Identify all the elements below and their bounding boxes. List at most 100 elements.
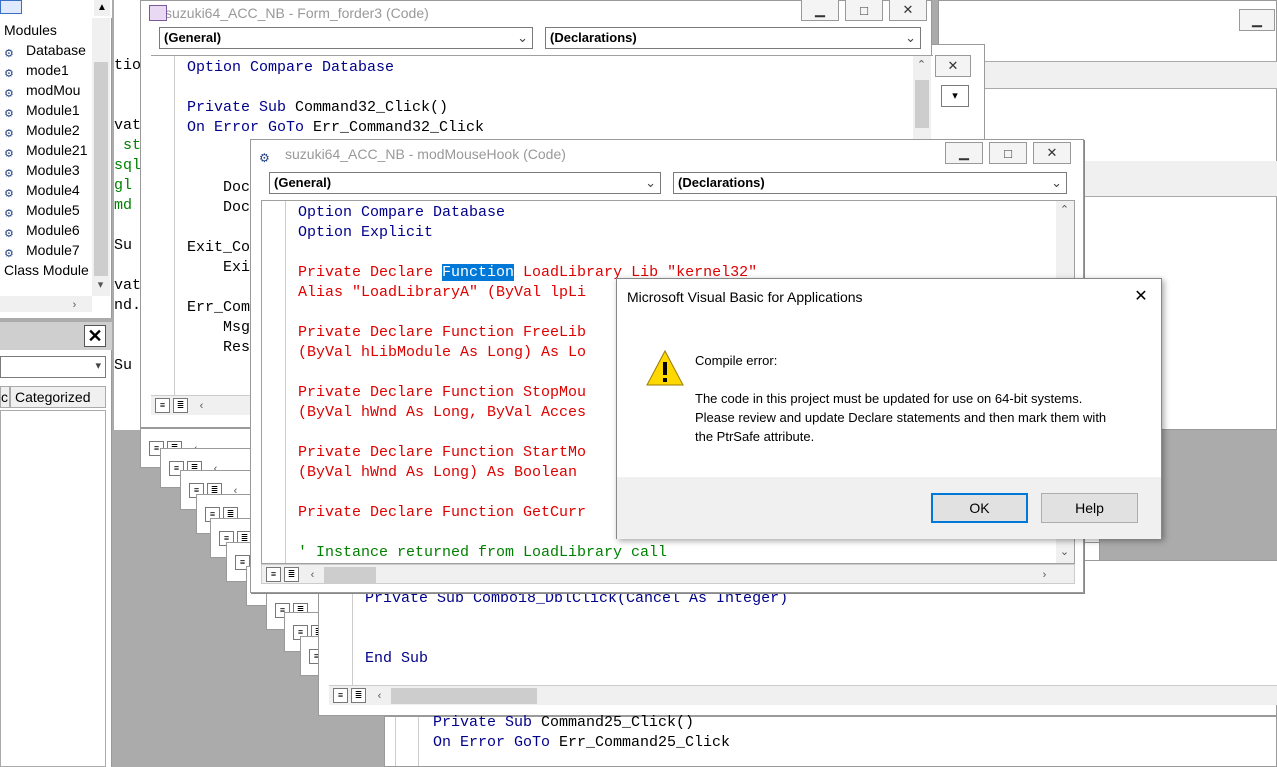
window-title: suzuki64_ACC_NB - Form_forder3 (Code) (165, 5, 429, 21)
module-icon: ⚙ (4, 88, 14, 100)
close-properties-button[interactable]: ✕ (84, 325, 106, 347)
module-icon: ⚙ (4, 108, 14, 120)
keyword: On Error GoTo (433, 734, 560, 751)
code-line[interactable]: ' Instance returned from LoadLibrary cal… (298, 543, 757, 563)
code-window-command25: Private Sub Command25_Click() On Error Go… (384, 713, 1277, 767)
code-line[interactable]: On Error GoTo Err_Command25_Click (433, 733, 730, 753)
tree-item[interactable]: ⚙ Module21 (4, 140, 88, 160)
minimize-button[interactable]: ▁ (801, 0, 839, 21)
procedure-view-icon[interactable]: ≡ (155, 398, 170, 413)
tree-item[interactable]: ⚙ Module4 (4, 180, 80, 200)
object-combo[interactable]: (General) ⌄ (159, 27, 533, 49)
properties-pane: ✕ ▾ c Categorized (0, 322, 112, 767)
scroll-up-icon[interactable]: ⌃ (1056, 201, 1073, 218)
maximize-button[interactable]: □ (989, 142, 1027, 164)
tree-item[interactable]: ⚙ modMou (4, 80, 80, 100)
keyword: On Error GoTo (187, 119, 314, 136)
close-button[interactable]: ✕ (1033, 142, 1071, 164)
project-hscrollbar[interactable]: › (0, 296, 92, 312)
hscrollbar[interactable]: ≡ ≣ ‹ (329, 685, 1277, 705)
code-line[interactable]: Option Compare Database (298, 203, 757, 223)
close-icon[interactable]: ✕ (935, 55, 971, 77)
full-module-view-icon[interactable]: ≣ (351, 688, 366, 703)
procedure-combo[interactable]: (Declarations) ⌄ (673, 172, 1067, 194)
tree-item[interactable]: ⚙ Module5 (4, 200, 80, 220)
code-text: Private Sub Combo18_DblClick(Cancel As I… (365, 589, 788, 669)
object-combo[interactable]: (General) ⌄ (269, 172, 661, 194)
tree-root-icon (0, 0, 22, 14)
procedure-view-icon[interactable]: ≡ (266, 567, 281, 582)
help-button[interactable]: Help (1041, 493, 1138, 523)
code-line[interactable] (187, 78, 484, 98)
module-icon: ⚙ (4, 168, 14, 180)
tree-item-label: Module4 (26, 182, 80, 198)
code-line[interactable]: Option Explicit (298, 223, 757, 243)
procedure-view-icon[interactable]: ≡ (333, 688, 348, 703)
code-line[interactable]: Private Sub Command25_Click() (433, 713, 730, 733)
hscrollbar[interactable]: ≡ ≣ ‹ › (261, 564, 1075, 584)
project-vscrollbar[interactable]: ▾ (92, 18, 110, 296)
compile-error-dialog: Microsoft Visual Basic for Applications … (616, 278, 1162, 539)
procedure-combo[interactable]: (Declarations) ⌄ (545, 27, 921, 49)
code-line[interactable]: End Sub (365, 649, 788, 669)
identifier: Command25_Click() (541, 714, 695, 731)
keyword: Private Sub (187, 99, 296, 116)
code-line[interactable]: Private Sub Command32_Click() (187, 98, 484, 118)
code-text: Private Sub Command25_Click() On Error Go… (433, 713, 730, 753)
procedure-combo-value: (Declarations) (678, 175, 765, 190)
scroll-left-icon[interactable]: ‹ (371, 687, 388, 704)
tree-item-label: Module5 (26, 202, 80, 218)
dialog-close-button[interactable]: ✕ (1127, 285, 1155, 309)
module-icon: ⚙ (4, 208, 14, 220)
ok-button[interactable]: OK (931, 493, 1028, 523)
project-vscroll-thumb[interactable] (94, 62, 108, 276)
tree-item[interactable]: ⚙ mode1 (4, 60, 69, 80)
tree-item-label: Module3 (26, 162, 80, 178)
identifier: Command32_Click() (295, 99, 449, 116)
scroll-right-icon[interactable]: › (66, 296, 83, 313)
vscroll-thumb[interactable] (915, 80, 929, 128)
close-button[interactable]: ✕ (889, 0, 927, 21)
tree-item[interactable]: Modules (4, 20, 57, 40)
project-explorer-top: ▲ (0, 0, 112, 18)
code-line[interactable] (298, 243, 757, 263)
dialog-title: Microsoft Visual Basic for Applications (627, 289, 863, 305)
tree-item-label: mode1 (26, 62, 69, 78)
code-line[interactable] (365, 609, 788, 629)
scroll-down-icon[interactable]: ▾ (92, 276, 109, 293)
tab-alphabetic[interactable]: c (0, 386, 10, 408)
tree-item[interactable]: ⚙ Module1 (4, 100, 80, 120)
minimize-button[interactable]: ▁ (1239, 9, 1275, 31)
code-margin (151, 56, 175, 395)
code-segment: Private Declare (298, 264, 443, 281)
tree-item[interactable]: ⚙ Module3 (4, 160, 80, 180)
scroll-up-icon[interactable]: ⌃ (913, 56, 930, 73)
tree-item[interactable]: ⚙ Module2 (4, 120, 80, 140)
scroll-right-icon[interactable]: › (1036, 566, 1053, 583)
chevron-down-icon: ⌄ (517, 30, 528, 45)
scroll-down-icon[interactable]: ⌄ (1056, 543, 1073, 560)
full-module-view-icon[interactable]: ≣ (284, 567, 299, 582)
hscroll-thumb[interactable] (391, 688, 537, 704)
maximize-button[interactable]: □ (845, 0, 883, 21)
minimize-button[interactable]: ▁ (945, 142, 983, 164)
code-line[interactable]: Option Compare Database (187, 58, 484, 78)
code-line[interactable] (365, 629, 788, 649)
tree-item-label: Module21 (26, 142, 88, 158)
tree-item[interactable]: Class Module (4, 260, 89, 280)
scroll-left-icon[interactable]: ‹ (304, 566, 321, 583)
hscroll-thumb[interactable] (324, 567, 376, 583)
tree-item[interactable]: ⚙ Database (4, 40, 86, 60)
chevron-down-icon: ⌄ (645, 175, 656, 190)
scroll-left-icon[interactable]: ‹ (193, 397, 210, 414)
back-right-header (939, 61, 1277, 89)
code-line[interactable]: On Error GoTo Err_Command32_Click (187, 118, 484, 138)
tab-categorized[interactable]: Categorized (10, 386, 106, 408)
tree-item[interactable]: ⚙ Module7 (4, 240, 80, 260)
tree-item-label: modMou (26, 82, 81, 98)
tree-item[interactable]: ⚙ Module6 (4, 220, 80, 240)
properties-object-combo[interactable]: ▾ (0, 356, 106, 378)
scroll-up-button[interactable]: ▲ (94, 0, 110, 16)
module-icon: ⚙ (259, 151, 270, 165)
full-module-view-icon[interactable]: ≣ (173, 398, 188, 413)
